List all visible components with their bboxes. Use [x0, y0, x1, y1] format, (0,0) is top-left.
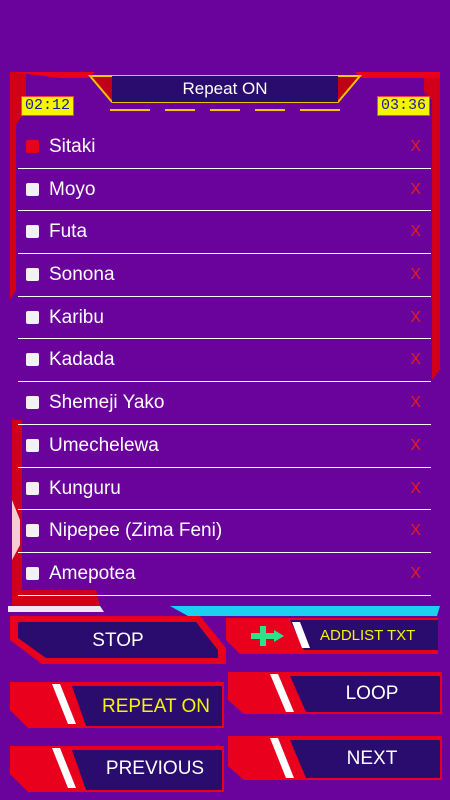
playlist-track-row[interactable]: Amepotea X: [18, 553, 431, 596]
track-title: Moyo: [49, 178, 96, 200]
remove-track-button[interactable]: X: [410, 181, 421, 199]
addlist-txt-label: ADDLIST TXT: [320, 627, 416, 644]
track-title: Sonona: [49, 264, 115, 286]
remove-track-button[interactable]: X: [410, 437, 421, 455]
track-title: Amepotea: [49, 562, 136, 584]
track-select-checkbox[interactable]: [26, 353, 39, 367]
track-select-checkbox[interactable]: [26, 438, 39, 452]
loop-button[interactable]: LOOP: [290, 676, 440, 712]
remove-track-button[interactable]: X: [410, 480, 421, 498]
remove-track-button[interactable]: X: [410, 266, 421, 284]
playlist-track-row[interactable]: Moyo X: [18, 169, 431, 212]
track-title: Karibu: [49, 306, 104, 328]
track-select-checkbox[interactable]: [26, 225, 39, 239]
loop-button-label: LOOP: [345, 683, 399, 704]
next-button-label: NEXT: [346, 748, 398, 769]
track-title: Shemeji Yako: [49, 392, 165, 414]
playlist: Sitaki X Moyo X Futa X Sonona X Karibu X Kadada X Sh…: [18, 126, 431, 596]
track-select-checkbox[interactable]: [26, 524, 39, 538]
track-title: Futa: [49, 221, 88, 243]
track-title: Kunguru: [49, 477, 121, 499]
remove-track-button[interactable]: X: [410, 309, 421, 327]
playlist-track-row[interactable]: Sitaki X: [18, 126, 431, 169]
track-title: Nipepee (Zima Feni): [49, 520, 223, 542]
add-to-playlist-icon: [246, 622, 286, 655]
remove-track-button[interactable]: X: [410, 522, 421, 540]
playlist-track-row[interactable]: Kunguru X: [18, 468, 431, 511]
track-select-checkbox[interactable]: [26, 268, 39, 282]
stop-button[interactable]: STOP: [18, 622, 218, 658]
track-select-checkbox[interactable]: [26, 140, 39, 153]
track-title: Kadada: [49, 349, 115, 371]
remove-track-button[interactable]: X: [410, 138, 421, 156]
playlist-track-row[interactable]: Nipepee (Zima Feni) X: [18, 510, 431, 553]
playlist-track-row[interactable]: Umechelewa X: [18, 425, 431, 468]
track-select-checkbox[interactable]: [26, 182, 39, 196]
track-title: Umechelewa: [49, 434, 159, 456]
playlist-track-row[interactable]: Futa X: [18, 211, 431, 255]
track-title: Sitaki: [49, 136, 96, 157]
remove-track-button[interactable]: X: [410, 223, 421, 241]
track-select-checkbox[interactable]: [26, 396, 39, 410]
playlist-track-row[interactable]: Shemeji Yako X: [18, 382, 431, 425]
track-select-checkbox[interactable]: [26, 566, 39, 580]
addlist-txt-button[interactable]: ADDLIST TXT: [226, 618, 438, 654]
remove-track-button[interactable]: X: [410, 351, 421, 369]
track-select-checkbox[interactable]: [26, 481, 39, 495]
remove-track-button[interactable]: X: [410, 565, 421, 583]
previous-button-label: PREVIOUS: [105, 758, 205, 779]
previous-button[interactable]: PREVIOUS: [72, 750, 222, 790]
repeat-status-title: Repeat ON: [182, 79, 268, 98]
stop-button-label: STOP: [92, 630, 144, 651]
remove-track-button[interactable]: X: [410, 394, 421, 412]
elapsed-time: 02:12: [21, 96, 75, 116]
next-button[interactable]: NEXT: [290, 740, 440, 778]
repeat-button-label: REPEAT ON: [101, 696, 211, 717]
playlist-track-row[interactable]: Sonona X: [18, 254, 431, 297]
playlist-track-row[interactable]: Kadada X: [18, 339, 431, 383]
track-select-checkbox[interactable]: [26, 310, 39, 324]
total-time: 03:36: [376, 96, 430, 116]
playlist-track-row[interactable]: Karibu X: [18, 297, 431, 340]
repeat-button[interactable]: REPEAT ON: [72, 686, 222, 726]
